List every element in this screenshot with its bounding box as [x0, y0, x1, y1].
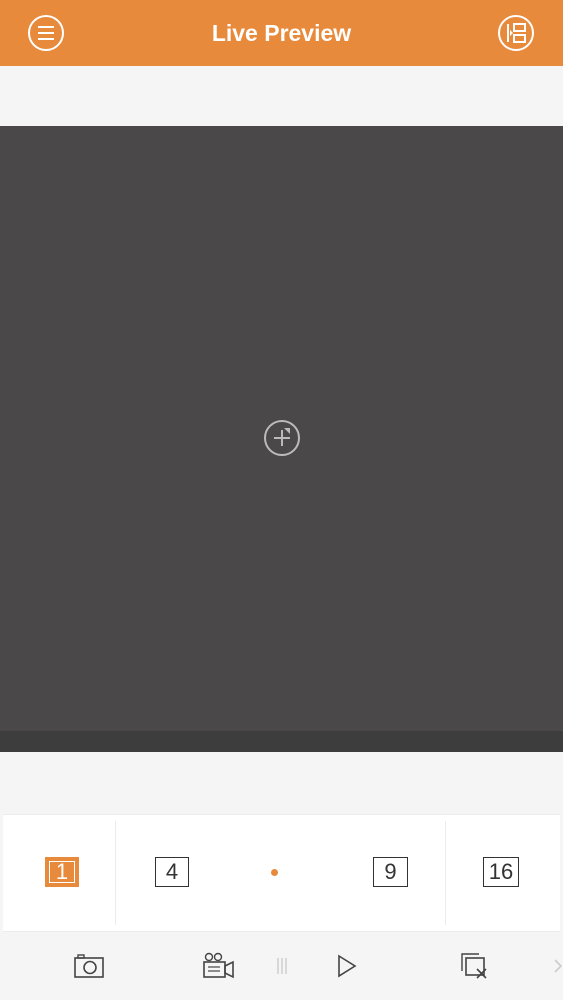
pause-icon	[277, 958, 287, 974]
pause-button[interactable]	[265, 950, 299, 982]
page-indicator-dot[interactable]	[271, 869, 278, 876]
more-tools-button[interactable]	[552, 957, 563, 975]
device-list-button[interactable]	[497, 14, 535, 52]
camera-icon	[74, 954, 104, 978]
record-video-icon	[203, 952, 234, 979]
divider	[445, 821, 446, 925]
layout-1-button[interactable]: 1	[45, 857, 79, 887]
layout-16-button[interactable]: 16	[483, 857, 519, 887]
capture-button[interactable]	[72, 950, 106, 982]
page-title: Live Preview	[211, 20, 352, 46]
play-button[interactable]	[329, 950, 363, 982]
divider	[115, 821, 116, 925]
add-camera-icon	[264, 420, 300, 456]
play-icon	[338, 954, 357, 978]
add-camera-button[interactable]	[263, 419, 301, 457]
preview-top-bar	[0, 66, 563, 126]
layout-4-button[interactable]: 4	[155, 857, 189, 887]
close-all-icon	[461, 953, 487, 979]
bottom-toolbar	[0, 932, 563, 1000]
app-header: Live Preview	[0, 0, 563, 66]
layout-selector: 1 4 9 16	[3, 814, 560, 932]
close-all-button[interactable]	[457, 950, 491, 982]
chevron-right-icon	[554, 959, 563, 973]
device-list-icon	[498, 15, 534, 51]
layout-9-button[interactable]: 9	[373, 857, 408, 887]
record-button[interactable]	[201, 950, 235, 982]
preview-status-strip	[0, 731, 563, 752]
